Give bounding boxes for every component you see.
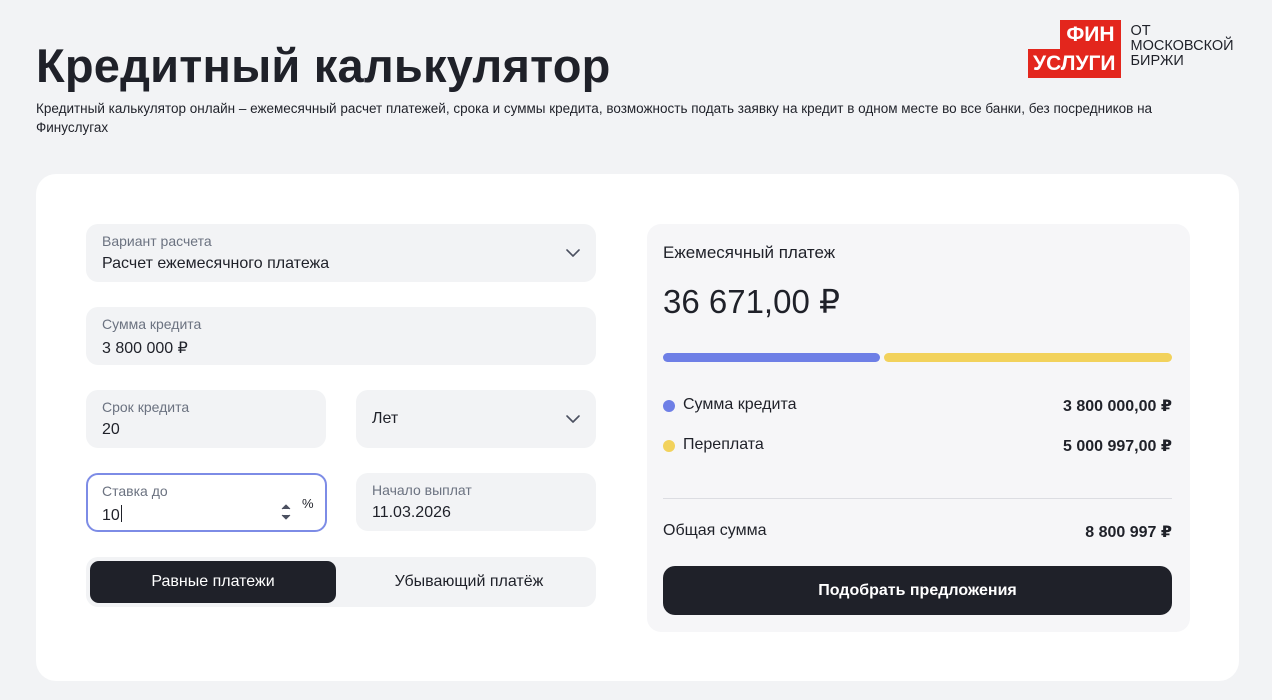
monthly-payment-title: Ежемесячный платеж [663,243,836,262]
credit-term-value: 20 [102,421,120,438]
overpay-row-value: 5 000 997,00 ₽ [1063,438,1172,455]
payment-type-toggle: Равные платежи Убывающий платёж [86,557,596,607]
page-subtitle: Кредитный калькулятор онлайн – ежемесячн… [36,101,1153,135]
logo-caption-line3: биржи [1130,53,1184,69]
pick-offers-button[interactable]: Подобрать предложения [663,566,1172,615]
logo-text-uslugi: УСЛУГИ [1028,49,1121,78]
chevron-down-icon [566,415,580,423]
logo-caption: от Московской биржи [1131,24,1234,69]
term-unit-value: Лет [372,410,399,427]
overpay-share-bar [884,353,1172,362]
rate-input[interactable]: Ставка до 10 % [86,473,327,532]
total-sum-value: 8 800 997 ₽ [1085,524,1172,541]
payment-start-value: 11.03.2026 [372,504,451,521]
overpay-dot-icon [663,440,675,452]
credit-sum-row-value: 3 800 000,00 ₽ [1063,398,1172,415]
total-sum-label: Общая сумма [663,522,767,539]
spinner-icon[interactable] [280,501,292,523]
credit-sum-row: Сумма кредита 3 800 000,00 ₽ [663,395,1172,415]
credit-share-bar [663,353,880,362]
credit-sum-row-label: Сумма кредита [683,396,797,413]
monthly-payment-amount: 36 671,00 ₽ [663,283,840,320]
total-sum-row: Общая сумма 8 800 997 ₽ [663,521,1172,541]
calculator-card: Вариант расчета Расчет ежемесячного плат… [36,174,1239,681]
text-caret [120,505,122,522]
logo-mark: ФИН УСЛУГИ [1028,20,1121,78]
calculation-variant-label: Вариант расчета [102,233,212,249]
rate-label: Ставка до [102,483,168,499]
logo-text-fin: ФИН [1060,20,1121,49]
credit-term-label: Срок кредита [102,399,190,415]
result-panel: Ежемесячный платеж 36 671,00 ₽ Сумма кре… [647,224,1190,632]
logo-caption-line1: от [1130,23,1151,39]
decreasing-payment-tab[interactable]: Убывающий платёж [346,561,592,603]
credit-sum-value: 3 800 000 ₽ [102,340,188,357]
calculation-variant-value: Расчет ежемесячного платежа [102,255,330,272]
overpay-row: Переплата 5 000 997,00 ₽ [663,435,1172,455]
equal-payments-tab[interactable]: Равные платежи [90,561,336,603]
credit-term-input[interactable]: Срок кредита 20 [86,390,326,448]
divider [663,498,1172,499]
page: Кредитный калькулятор Кредитный калькуля… [0,0,1272,700]
payment-start-label: Начало выплат [372,482,472,498]
payment-start-input[interactable]: Начало выплат 11.03.2026 [356,473,596,531]
logo-caption-line2: Московской [1130,38,1234,54]
rate-value-text: 10 [102,507,120,524]
chevron-down-icon [566,249,580,257]
credit-sum-input[interactable]: Сумма кредита 3 800 000 ₽ [86,307,596,365]
overpay-row-label: Переплата [683,436,764,453]
finuslugi-logo[interactable]: ФИН УСЛУГИ от Московской биржи [1028,20,1234,78]
rate-percent-suffix: % [302,496,314,511]
page-title: Кредитный калькулятор [36,39,611,92]
rate-value: 10 [102,505,122,525]
term-unit-select[interactable]: Лет [356,390,596,448]
calculation-variant-select[interactable]: Вариант расчета Расчет ежемесячного плат… [86,224,596,282]
credit-sum-label: Сумма кредита [102,316,202,332]
credit-dot-icon [663,400,675,412]
